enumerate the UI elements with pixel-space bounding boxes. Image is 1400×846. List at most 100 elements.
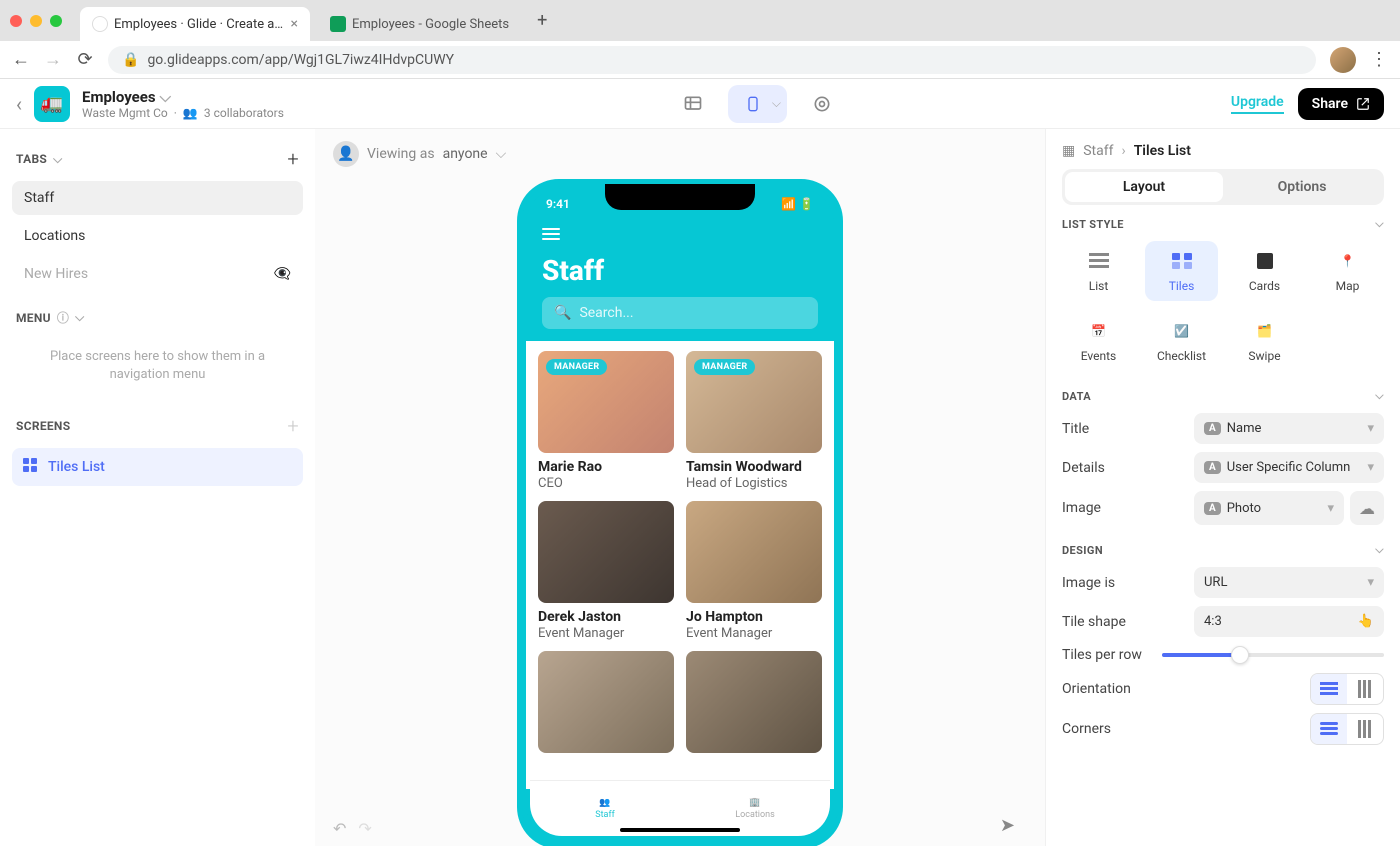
tab-item-locations[interactable]: Locations [12,219,303,253]
tab-options[interactable]: Options [1223,172,1381,202]
tab-title: Employees - Google Sheets [352,17,509,32]
breadcrumb-parent[interactable]: Staff [1083,143,1113,159]
settings-button[interactable] [803,85,841,123]
upgrade-link[interactable]: Upgrade [1231,94,1284,114]
app-title-block: Employees ⌵ Waste Mgmt Co · 👥 3 collabor… [82,88,284,120]
new-tab-button[interactable]: + [529,6,555,35]
orientation-horizontal[interactable] [1311,674,1347,704]
address-bar[interactable]: 🔒 go.glideapps.com/app/Wgj1GL7iwz4IHdvpC… [108,46,1316,74]
close-tab-icon[interactable]: × [291,16,298,32]
corners-square[interactable] [1347,714,1383,744]
tile-image: MANAGER [686,351,822,453]
prop-details: Details AUser Specific Column▾ [1062,452,1384,483]
viewing-as-bar[interactable]: 👤 Viewing as anyone ⌵ [315,129,1045,179]
collaborators-icon: 👥 [183,106,198,120]
browser-toolbar: ← → ⟳ 🔒 go.glideapps.com/app/Wgj1GL7iwz4… [0,41,1400,79]
image-select[interactable]: APhoto▾ [1194,491,1344,525]
cursor-icon: ➤ [1000,815,1015,836]
reload-button[interactable]: ⟳ [76,49,94,70]
screen-icon: ▦ [1062,143,1075,159]
list-style-events[interactable]: 📅Events [1062,311,1135,371]
chevron-down-icon[interactable]: ⌵ [772,96,781,111]
breadcrumb: ▦ Staff › Tiles List [1062,143,1384,159]
tile-item[interactable]: MANAGER Marie Rao CEO [538,351,674,491]
prop-orientation: Orientation [1062,673,1384,705]
chevron-down-icon[interactable]: ⌵ [75,310,84,325]
back-to-apps-button[interactable]: ‹ [16,92,22,116]
phone-notch [605,184,755,210]
viewer-avatar-icon: 👤 [333,141,359,167]
tile-item[interactable] [538,651,674,753]
orientation-vertical[interactable] [1347,674,1383,704]
home-indicator [620,828,740,832]
list-style-swipe[interactable]: 🗂️Swipe [1228,311,1301,371]
back-button[interactable]: ← [12,49,30,70]
minimize-window-button[interactable] [30,15,42,27]
tile-item[interactable]: Jo Hampton Event Manager [686,501,822,641]
tiles-per-row-slider[interactable] [1162,645,1384,665]
left-sidebar: TABS ⌵ + Staff Locations New Hires 👁‍🗨 M… [0,129,315,846]
design-section-header[interactable]: DESIGN ⌵ [1062,543,1384,557]
list-style-checklist[interactable]: ☑️Checklist [1145,311,1218,371]
browser-tab-strip: Employees · Glide · Create apps × Employ… [0,0,1400,41]
hidden-icon: 👁‍🗨 [274,266,291,282]
list-style-map[interactable]: 📍Map [1311,241,1384,301]
phone-view-selector[interactable]: ⌵ [728,85,787,123]
browser-menu-icon[interactable]: ⋮ [1370,49,1388,70]
hamburger-icon[interactable] [542,228,818,240]
tab-title: Employees · Glide · Create apps [114,17,285,32]
redo-button[interactable]: ↷ [358,819,371,838]
list-style-cards[interactable]: Cards [1228,241,1301,301]
screens-section-header: SCREENS + [12,408,303,444]
tile-item[interactable] [686,651,822,753]
chevron-down-icon[interactable]: ⌵ [160,88,171,106]
forward-button[interactable]: → [44,49,62,70]
details-select[interactable]: AUser Specific Column▾ [1194,452,1384,483]
data-section-header[interactable]: DATA ⌵ [1062,389,1384,403]
collaborators-count[interactable]: 3 collaborators [204,106,284,120]
chevron-down-icon[interactable]: ⌵ [53,152,62,167]
tile-image [686,501,822,603]
tile-image [538,501,674,603]
image-is-select[interactable]: URL▾ [1194,567,1384,598]
layout-options-segmented: Layout Options [1062,169,1384,205]
breadcrumb-current: Tiles List [1134,143,1191,159]
add-tab-button[interactable]: + [287,147,299,171]
app-icon[interactable]: 🚛 [34,86,70,122]
share-button[interactable]: Share [1298,88,1384,120]
search-input[interactable]: 🔍 Search... [542,297,818,329]
close-window-button[interactable] [10,15,22,27]
undo-button[interactable]: ↶ [333,819,346,838]
tile-shape-select[interactable]: 4:3👆 [1194,606,1384,637]
info-icon[interactable]: ⓘ [57,309,69,326]
list-style-tiles[interactable]: Tiles [1145,241,1218,301]
phone-view-button[interactable] [734,85,772,123]
screen-item-tiles-list[interactable]: Tiles List [12,448,303,486]
status-icons: 📶 🔋 [781,197,814,211]
upload-image-button[interactable]: ☁ [1350,491,1384,525]
list-style-header[interactable]: LIST STYLE ⌵ [1062,217,1384,231]
prop-corners: Corners [1062,713,1384,745]
maximize-window-button[interactable] [50,15,62,27]
tile-image [686,651,822,753]
corners-rounded[interactable] [1311,714,1347,744]
add-screen-button[interactable]: + [287,414,299,438]
tab-layout[interactable]: Layout [1065,172,1223,202]
browser-tab-active[interactable]: Employees · Glide · Create apps × [80,7,310,41]
undo-redo-controls: ↶ ↷ [333,819,372,838]
title-select[interactable]: AName▾ [1194,413,1384,444]
lock-icon: 🔒 [122,52,139,68]
tile-item[interactable]: MANAGER Tamsin Woodward Head of Logistic… [686,351,822,491]
tab-item-new-hires[interactable]: New Hires 👁‍🗨 [12,257,303,291]
tabs-section-header: TABS ⌵ + [12,141,303,177]
chevron-down-icon: ⌵ [1375,543,1384,557]
tab-item-staff[interactable]: Staff [12,181,303,215]
tablet-view-button[interactable] [674,85,712,123]
tile-item[interactable]: Derek Jaston Event Manager [538,501,674,641]
chevron-down-icon[interactable]: ⌵ [496,146,507,162]
list-style-list[interactable]: List [1062,241,1135,301]
app-header: ‹ 🚛 Employees ⌵ Waste Mgmt Co · 👥 3 coll… [0,79,1400,129]
browser-tab-inactive[interactable]: Employees - Google Sheets [318,7,521,41]
phone-preview[interactable]: 9:41 📶 🔋 Staff 🔍 Search... [517,179,843,846]
profile-avatar[interactable] [1330,47,1356,73]
